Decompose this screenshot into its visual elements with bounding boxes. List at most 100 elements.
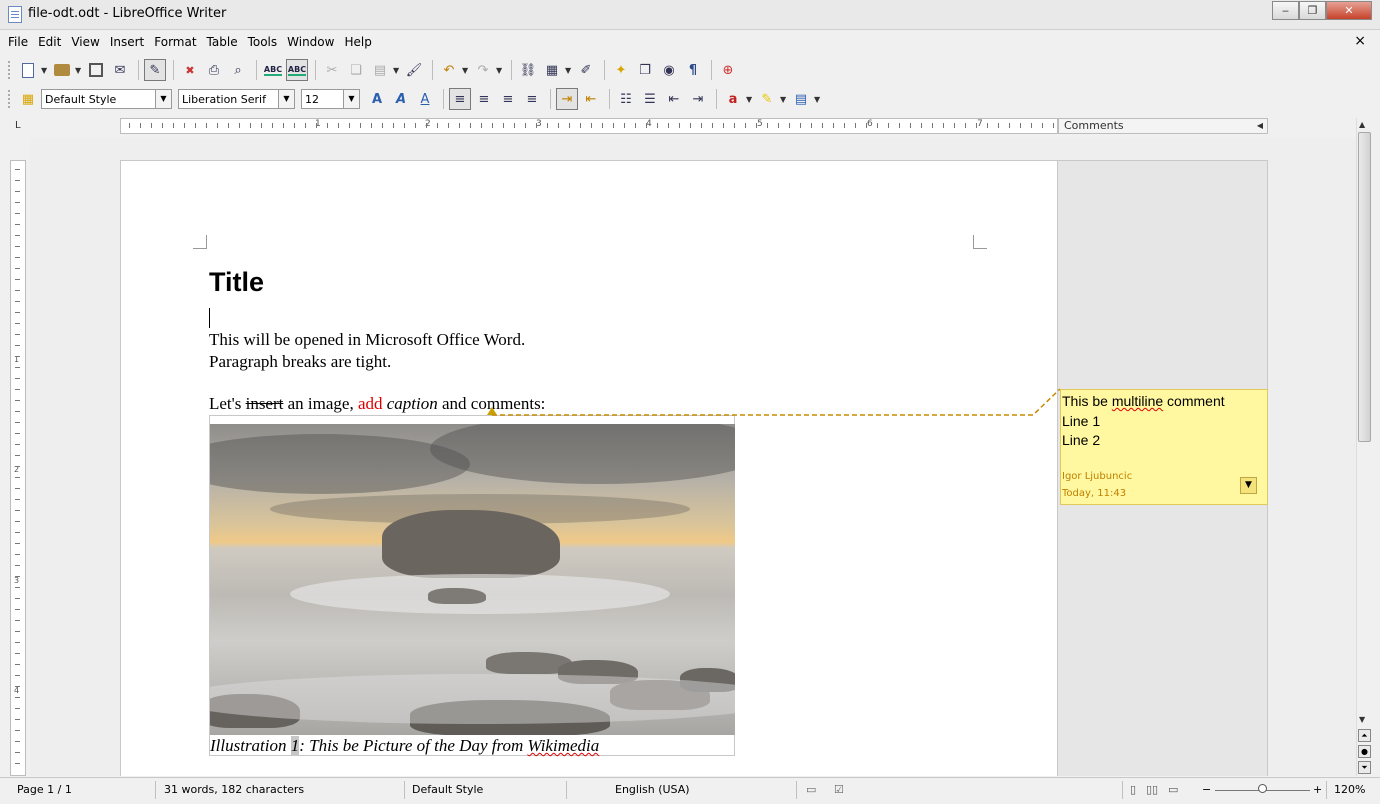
menu-table[interactable]: Table [207,35,238,49]
scrollbar-thumb[interactable] [1358,132,1371,442]
chevron-down-icon[interactable]: ▼ [343,90,359,108]
menu-tools[interactable]: Tools [248,35,278,49]
edit-mode-icon[interactable]: ✎ [144,59,166,81]
deleted-text[interactable]: insert [246,394,284,413]
align-right-icon[interactable]: ≡ [497,88,519,110]
paste-icon[interactable]: ▤ [369,59,391,81]
minimize-button[interactable]: ‒ [1272,1,1299,20]
menu-format[interactable]: Format [154,35,196,49]
comment-anchor-icon[interactable] [487,407,497,415]
maximize-button[interactable]: ❐ [1299,1,1326,20]
show-draw-functions-icon[interactable]: ✐ [575,59,597,81]
left-to-right-icon[interactable]: ⇥ [556,88,578,110]
new-document-icon[interactable] [17,59,39,81]
next-page-icon[interactable]: ⏷ [1358,761,1371,774]
styles-formatting-icon[interactable]: ▦ [17,88,39,110]
multi-page-view-icon[interactable]: ▯▯ [1146,783,1158,796]
scroll-up-icon[interactable]: ▲ [1359,120,1365,129]
misspelled-word[interactable]: Wikimedia [527,736,599,755]
paste-dropdown-icon[interactable]: ▼ [393,66,401,75]
zoom-slider-knob[interactable] [1258,784,1267,793]
page-style[interactable]: Default Style [412,783,483,796]
previous-page-icon[interactable]: ⏶ [1358,729,1371,742]
italic-icon[interactable]: A [390,88,412,110]
export-pdf-icon[interactable]: ✖ [179,59,201,81]
text-language[interactable]: English (USA) [615,783,690,796]
misspelled-word[interactable]: multiline [1112,393,1163,409]
inserted-text[interactable]: add [358,394,383,413]
zoom-in-icon[interactable]: + [1313,783,1322,796]
redo-dropdown-icon[interactable]: ▼ [496,66,504,75]
vertical-ruler[interactable]: 1 2 3 4 [10,160,26,776]
highlighting-icon[interactable]: ✎ [756,88,778,110]
font-color-icon[interactable]: a [722,88,744,110]
comment-note[interactable]: This be multiline comment Line 1 Line 2 … [1060,389,1268,505]
numbering-icon[interactable]: ☷ [615,88,637,110]
image-frame[interactable]: Illustration 1: This be Picture of the D… [209,415,735,756]
spellcheck-icon[interactable]: ABC [262,59,284,81]
redo-icon[interactable]: ↷ [472,59,494,81]
image-caption[interactable]: Illustration 1: This be Picture of the D… [210,736,599,756]
open-dropdown-icon[interactable]: ▼ [75,66,83,75]
insert-mode-icon[interactable]: ▭ [806,783,816,796]
background-dropdown-icon[interactable]: ▼ [814,95,822,104]
new-dropdown-icon[interactable]: ▼ [41,66,49,75]
right-to-left-icon[interactable]: ⇤ [580,88,602,110]
chevron-down-icon[interactable]: ▼ [278,90,294,108]
email-icon[interactable]: ✉ [109,59,131,81]
increase-indent-icon[interactable]: ⇥ [687,88,709,110]
vertical-scrollbar[interactable]: ▲ ▼ ⏶ ● ⏷ [1356,118,1372,776]
document-modified-icon[interactable]: ☑ [834,783,844,796]
save-icon[interactable] [85,59,107,81]
paragraph-style-select[interactable]: Default Style ▼ [41,89,172,109]
bullets-icon[interactable]: ☰ [639,88,661,110]
zoom-out-icon[interactable]: − [1202,783,1211,796]
justify-icon[interactable]: ≡ [521,88,543,110]
align-center-icon[interactable]: ≡ [473,88,495,110]
toolbar-grip[interactable] [8,90,11,108]
menu-window[interactable]: Window [287,35,334,49]
menu-insert[interactable]: Insert [110,35,144,49]
book-view-icon[interactable]: ▭ [1168,783,1178,796]
menu-edit[interactable]: Edit [38,35,61,49]
formatting-marks-icon[interactable]: ¶ [682,59,704,81]
paragraph-line[interactable]: Paragraph breaks are tight. [209,352,391,372]
undo-dropdown-icon[interactable]: ▼ [462,66,470,75]
collapse-comments-icon[interactable]: ◀ [1257,119,1263,133]
chevron-down-icon[interactable]: ▼ [155,90,171,108]
copy-icon[interactable]: ❏ [345,59,367,81]
undo-icon[interactable]: ↶ [438,59,460,81]
close-document-icon[interactable]: × [1354,33,1366,49]
comments-pane-header[interactable]: Comments ◀ [1058,118,1268,134]
toolbar-grip[interactable] [8,61,11,79]
background-color-icon[interactable]: ▤ [790,88,812,110]
document-heading[interactable]: Title [209,267,264,298]
align-left-icon[interactable]: ≡ [449,88,471,110]
navigator-icon[interactable]: ✦ [610,59,632,81]
help-icon[interactable]: ⊕ [717,59,739,81]
paragraph-line[interactable]: This will be opened in Microsoft Office … [209,330,525,350]
font-size-select[interactable]: 12 ▼ [301,89,360,109]
word-count[interactable]: 31 words, 182 characters [164,783,304,796]
menu-help[interactable]: Help [344,35,371,49]
zoom-level[interactable]: 120% [1334,783,1365,796]
open-folder-icon[interactable] [51,59,73,81]
auto-spellcheck-icon[interactable]: ABC [286,59,308,81]
page-indicator[interactable]: Page 1 / 1 [17,783,72,796]
menu-view[interactable]: View [71,35,99,49]
hyperlink-icon[interactable]: ⛓ [517,59,539,81]
scroll-down-icon[interactable]: ▼ [1359,715,1365,724]
underline-icon[interactable]: A [414,88,436,110]
table-dropdown-icon[interactable]: ▼ [565,66,573,75]
decrease-indent-icon[interactable]: ⇤ [663,88,685,110]
table-icon[interactable]: ▦ [541,59,563,81]
font-color-dropdown-icon[interactable]: ▼ [746,95,754,104]
cut-icon[interactable]: ✂ [321,59,343,81]
horizontal-ruler[interactable]: 1 2 3 4 5 6 7 [120,118,1058,134]
comment-menu-button[interactable]: ▼ [1240,477,1257,494]
navigation-icon[interactable]: ● [1358,745,1371,758]
caption-number-field[interactable]: 1 [290,736,300,755]
document-page[interactable]: Title This will be opened in Microsoft O… [120,160,1058,776]
single-page-view-icon[interactable]: ▯ [1130,783,1136,796]
menu-file[interactable]: File [8,35,28,49]
